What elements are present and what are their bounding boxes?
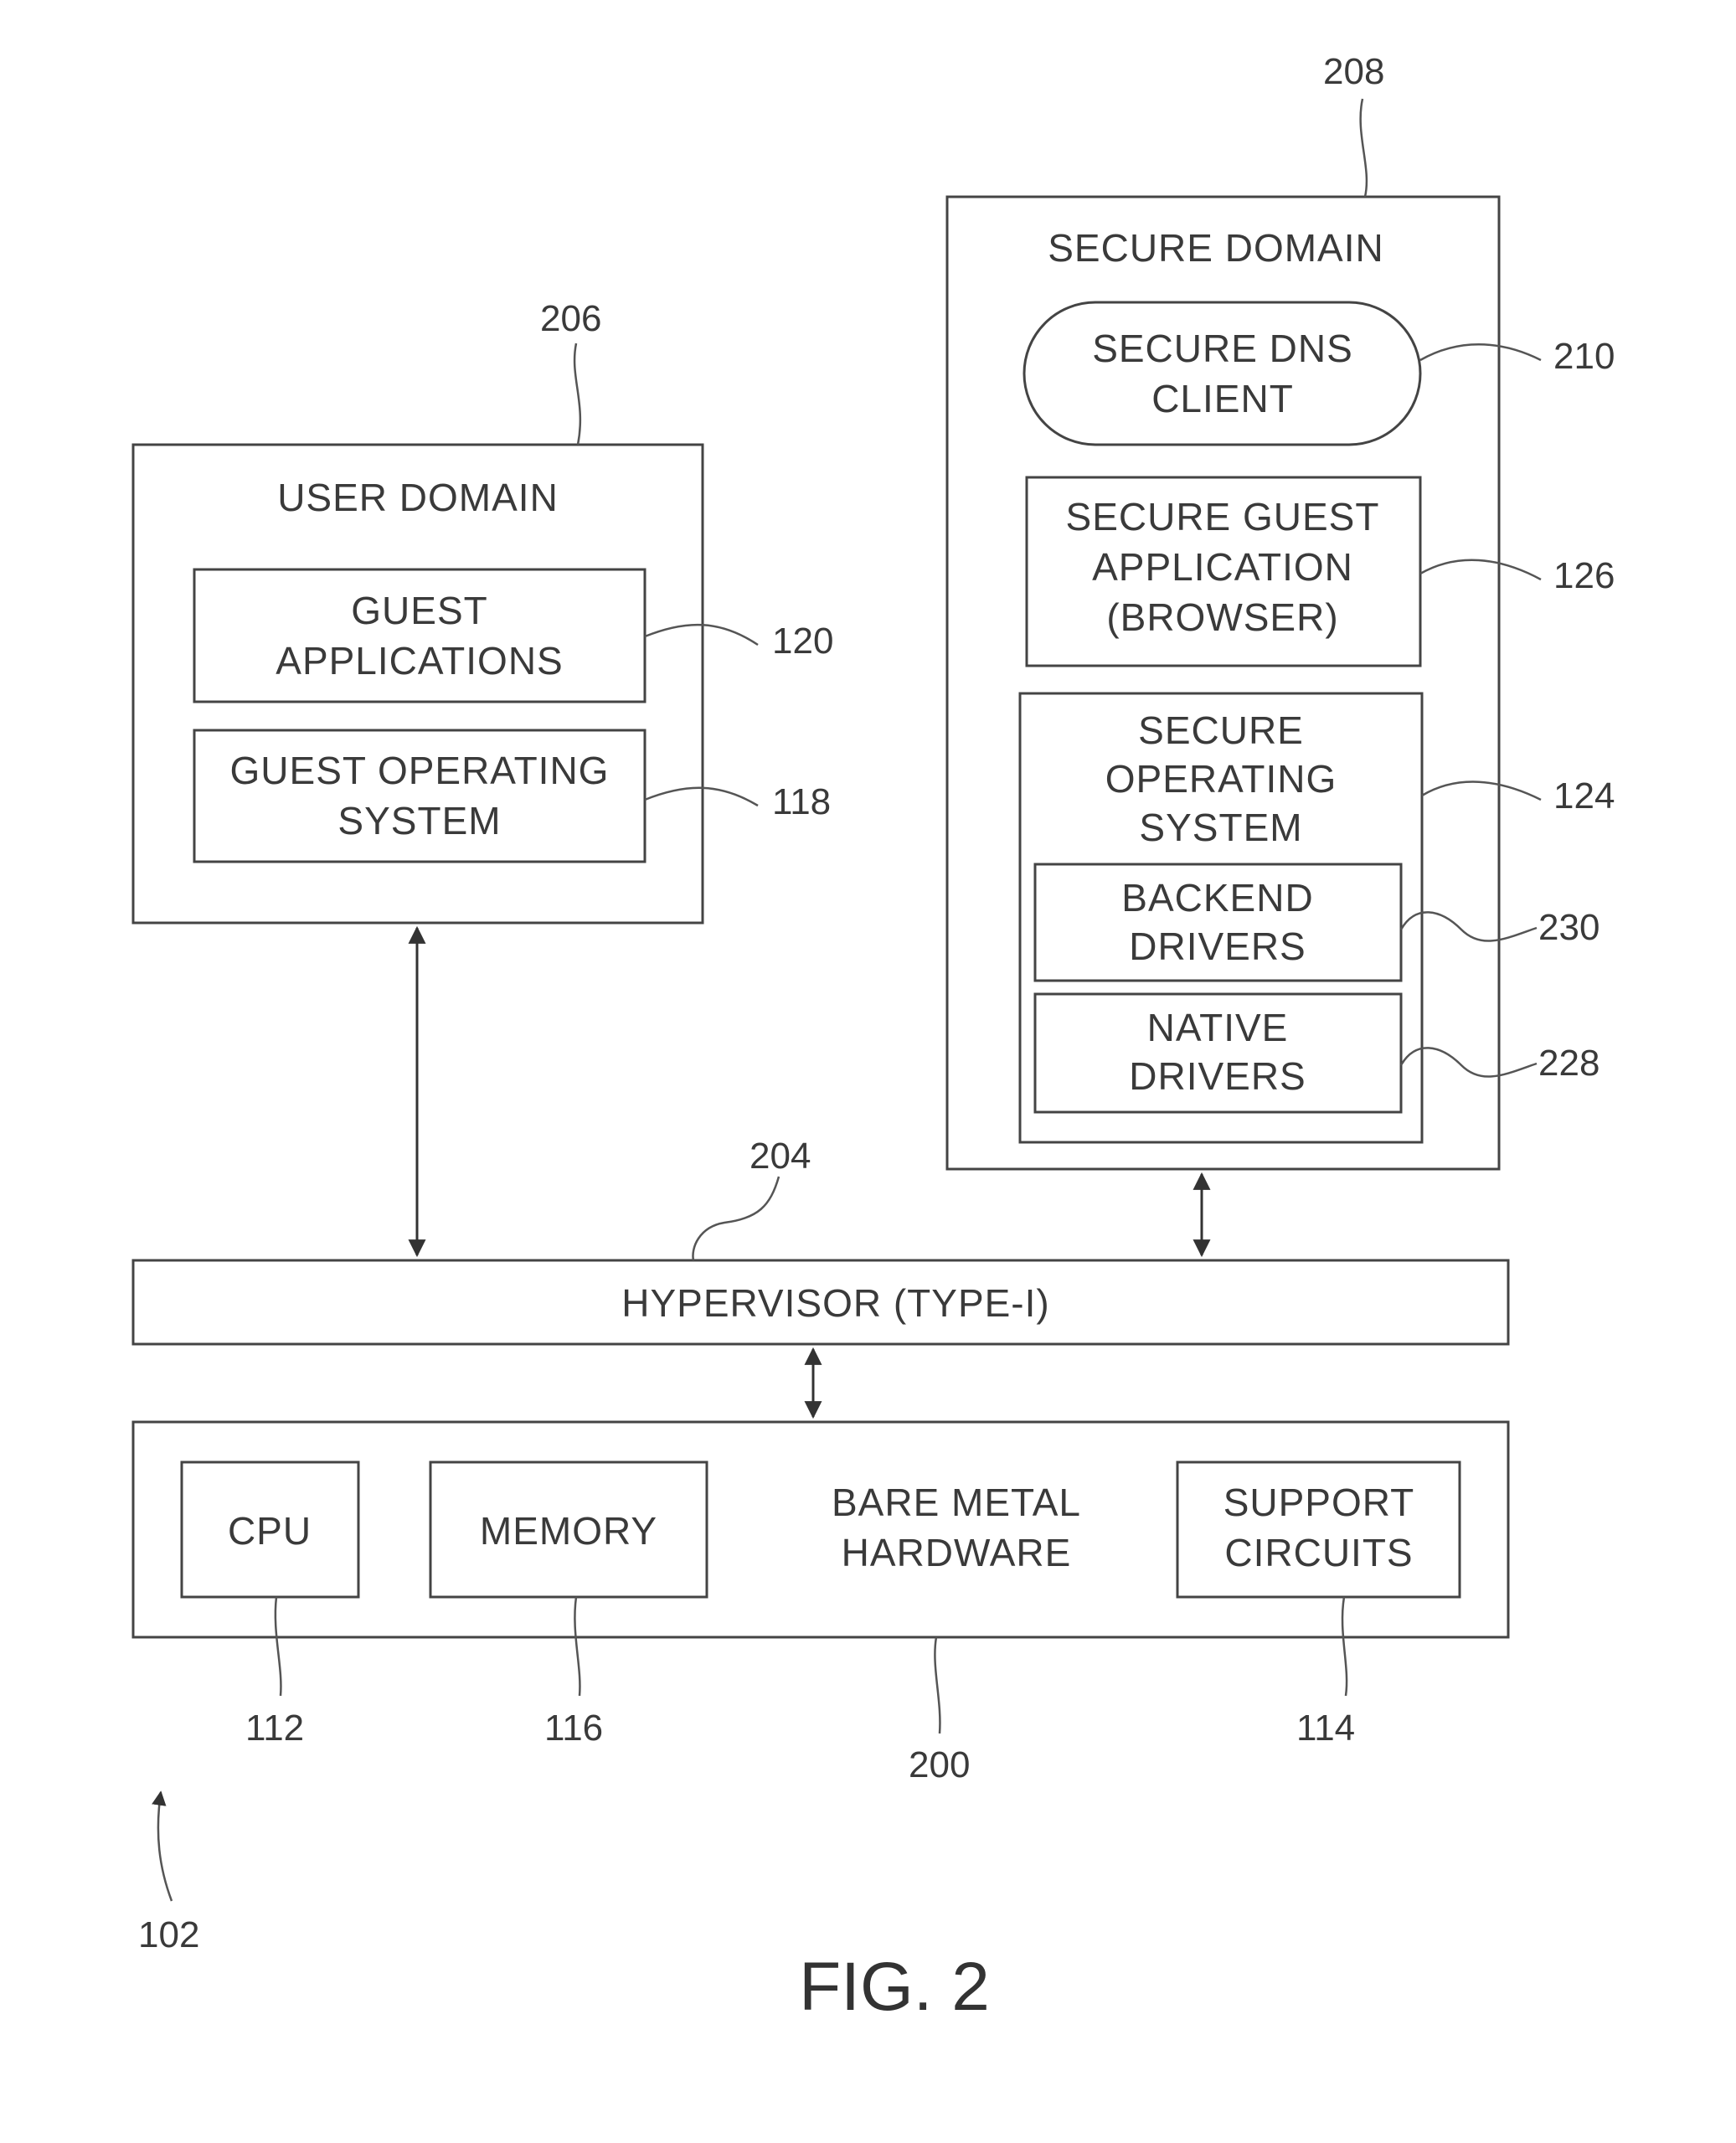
secure-guest-application: SECURE GUEST APPLICATION (BROWSER) 126 — [1025, 476, 1615, 667]
secure-os-line-1: SECURE — [1138, 708, 1304, 752]
native-drivers-ref: 228 — [1538, 1043, 1599, 1084]
secure-domain: SECURE DOMAIN 208 SECURE DNS CLIENT 210 … — [945, 51, 1615, 1171]
secure-dns-client: SECURE DNS CLIENT 210 — [1023, 301, 1615, 446]
bare-metal-hardware-line-1: BARE METAL — [832, 1481, 1081, 1524]
guest-applications-line-2: APPLICATIONS — [276, 639, 563, 683]
secure-dns-client-ref: 210 — [1553, 336, 1615, 377]
system-ref-arrow — [152, 1790, 173, 1902]
cpu-ref: 112 — [245, 1708, 304, 1749]
native-drivers-line-2: DRIVERS — [1129, 1054, 1306, 1098]
bare-metal-hardware-ref: 200 — [909, 1744, 970, 1785]
secure-dns-client-line-2: CLIENT — [1151, 377, 1294, 420]
secure-guest-application-leader — [1419, 559, 1542, 581]
support-circuits-ref: 114 — [1296, 1708, 1355, 1749]
guest-applications: GUEST APPLICATIONS 120 — [193, 568, 833, 703]
secure-domain-leader — [1359, 98, 1368, 198]
native-drivers-line-1: NATIVE — [1147, 1006, 1289, 1049]
secure-dns-client-leader — [1419, 343, 1542, 362]
guest-os-line-1: GUEST OPERATING — [230, 749, 610, 792]
secure-os-line-3: SYSTEM — [1139, 806, 1302, 849]
secure-dns-client-line-1: SECURE DNS — [1092, 327, 1353, 370]
user-domain-title: USER DOMAIN — [277, 476, 559, 519]
memory: MEMORY 116 — [429, 1460, 708, 1749]
patent-diagram: USER DOMAIN 206 GUEST APPLICATIONS 120 G… — [131, 51, 1615, 2025]
bare-metal-hardware-line-2: HARDWARE — [842, 1531, 1072, 1574]
secure-domain-ref: 208 — [1323, 51, 1384, 92]
hypervisor-ref: 204 — [750, 1136, 811, 1177]
secure-os-leader — [1421, 780, 1542, 801]
guest-applications-line-1: GUEST — [351, 589, 487, 632]
cpu-leader — [274, 1596, 282, 1697]
hypervisor-leader — [692, 1176, 780, 1261]
support-circuits-line-1: SUPPORT — [1223, 1481, 1415, 1524]
cpu: CPU 112 — [180, 1460, 360, 1749]
user-domain-ref: 206 — [540, 298, 601, 339]
backend-drivers-line-2: DRIVERS — [1129, 925, 1306, 968]
secure-guest-application-ref: 126 — [1553, 555, 1615, 596]
support-circuits: SUPPORT CIRCUITS 114 — [1176, 1460, 1461, 1749]
secure-guest-application-line-1: SECURE GUEST — [1066, 495, 1380, 538]
user-domain-leader — [573, 343, 582, 446]
memory-ref: 116 — [544, 1708, 603, 1749]
bare-metal-hardware-box — [131, 1420, 1510, 1639]
system-reference: 102 — [138, 1790, 199, 1955]
backend-drivers-ref: 230 — [1538, 907, 1599, 948]
bare-metal-hardware-leader — [934, 1636, 941, 1734]
memory-label: MEMORY — [480, 1509, 657, 1553]
user-domain: USER DOMAIN 206 GUEST APPLICATIONS 120 G… — [131, 298, 833, 925]
guest-os-ref: 118 — [772, 781, 831, 822]
bare-metal-hardware: BARE METAL HARDWARE 200 CPU 112 MEMORY 1… — [131, 1420, 1510, 1785]
secure-dns-client-oval — [1023, 301, 1422, 446]
secure-os: SECURE OPERATING SYSTEM 124 BACKEND DRIV… — [1018, 692, 1615, 1144]
secure-guest-application-line-2: APPLICATION — [1092, 545, 1353, 589]
memory-leader — [574, 1596, 581, 1697]
native-drivers: NATIVE DRIVERS 228 — [1033, 992, 1599, 1114]
backend-drivers-line-1: BACKEND — [1121, 876, 1313, 920]
support-circuits-line-2: CIRCUITS — [1224, 1531, 1413, 1574]
system-ref-label: 102 — [138, 1914, 199, 1955]
secure-os-line-2: OPERATING — [1105, 757, 1337, 801]
support-circuits-leader — [1341, 1596, 1348, 1697]
backend-drivers: BACKEND DRIVERS 230 — [1033, 863, 1599, 982]
guest-os: GUEST OPERATING SYSTEM 118 — [193, 729, 831, 863]
secure-guest-application-line-3: (BROWSER) — [1106, 595, 1338, 639]
hypervisor: HYPERVISOR (TYPE-I) 204 — [131, 1136, 1510, 1346]
guest-os-line-2: SYSTEM — [337, 799, 501, 842]
guest-applications-ref: 120 — [772, 621, 833, 662]
secure-domain-title: SECURE DOMAIN — [1048, 226, 1383, 270]
figure-caption: FIG. 2 — [799, 1949, 990, 2025]
cpu-label: CPU — [228, 1509, 312, 1553]
secure-os-ref: 124 — [1553, 775, 1615, 817]
hypervisor-label: HYPERVISOR (TYPE-I) — [621, 1281, 1049, 1325]
